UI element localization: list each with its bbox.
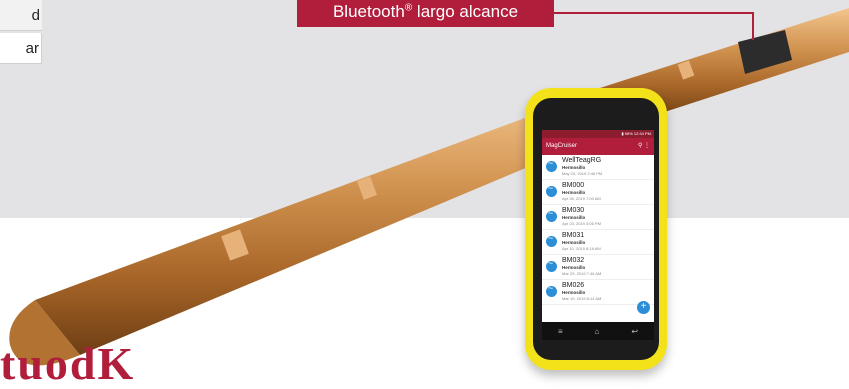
back-icon[interactable]: ↩	[631, 327, 638, 336]
item-subtitle: Hermosillo	[562, 265, 586, 270]
search-more-icons[interactable]: ⚲ ⋮	[638, 138, 650, 155]
item-subtitle: Hermosillo	[562, 215, 586, 220]
wave-icon	[546, 183, 557, 197]
item-subtitle: Hermosillo	[562, 240, 586, 245]
add-button[interactable]: +	[637, 301, 650, 314]
app-title: MagCruiser	[546, 143, 578, 149]
item-date: Mar 29, 2019 7:46 AM	[562, 271, 602, 276]
list-item[interactable]: BM026 Hermosillo Mar 19, 2019 8:14 AM	[542, 280, 654, 305]
wave-icon	[546, 258, 557, 272]
wave-icon	[546, 208, 557, 222]
probe-shaft	[9, 8, 849, 366]
item-title: BM030	[562, 207, 585, 214]
phone-bezel: ▮ 98% 12:34 PM MagCruiser ⚲ ⋮ WellTeagRG…	[533, 98, 659, 360]
item-subtitle: Hermosillo	[562, 165, 586, 170]
item-date: Apr 23, 2019 3:06 PM	[562, 221, 601, 226]
item-date: Apr 10, 2019 8:18 AM	[562, 246, 601, 251]
item-subtitle: Hermosillo	[562, 190, 586, 195]
bluetooth-text: Bluetooth	[332, 2, 405, 21]
leader-line-v	[752, 12, 754, 40]
probe-illustration	[9, 8, 849, 366]
wave-icon	[546, 233, 557, 247]
list-item[interactable]: BM032 Hermosillo Mar 29, 2019 7:46 AM	[542, 255, 654, 280]
home-icon[interactable]: ⌂	[595, 327, 600, 336]
list-item[interactable]: BM030 Hermosillo Apr 23, 2019 3:06 PM	[542, 205, 654, 230]
list-item[interactable]: BM031 Hermosillo Apr 10, 2019 8:18 AM	[542, 230, 654, 255]
item-title: BM031	[562, 232, 585, 239]
item-title: BM026	[562, 282, 585, 289]
app-bar: MagCruiser ⚲ ⋮	[542, 138, 654, 155]
wave-icon	[546, 283, 557, 297]
phone-screen: ▮ 98% 12:34 PM MagCruiser ⚲ ⋮ WellTeagRG…	[542, 130, 654, 340]
leader-line-h	[554, 12, 754, 14]
bluetooth-suffix: largo alcance	[412, 2, 519, 21]
android-nav-bar: ≡ ⌂ ↩	[542, 322, 654, 340]
item-title: BM032	[562, 257, 585, 264]
item-date: Mar 19, 2019 8:14 AM	[562, 296, 602, 301]
item-title: BM000	[562, 182, 585, 189]
item-date: May 03, 2019 2:48 PM	[562, 171, 603, 176]
item-title: WellTeagRG	[562, 157, 602, 164]
item-date: Apr 26, 2019 7:00 AM	[562, 196, 601, 201]
wave-icon	[546, 158, 557, 172]
list-item[interactable]: WellTeagRG Hermosillo May 03, 2019 2:48 …	[542, 155, 654, 180]
bluetooth-callout: Bluetooth® largo alcance	[297, 0, 554, 27]
status-bar: ▮ 98% 12:34 PM	[542, 130, 654, 138]
section-title-cropped: tuodK	[0, 338, 136, 389]
menu-icon[interactable]: ≡	[558, 327, 563, 336]
list-item[interactable]: BM000 Hermosillo Apr 26, 2019 7:00 AM	[542, 180, 654, 205]
item-subtitle: Hermosillo	[562, 290, 586, 295]
rugged-phone: ▮ 98% 12:34 PM MagCruiser ⚲ ⋮ WellTeagRG…	[525, 88, 667, 370]
